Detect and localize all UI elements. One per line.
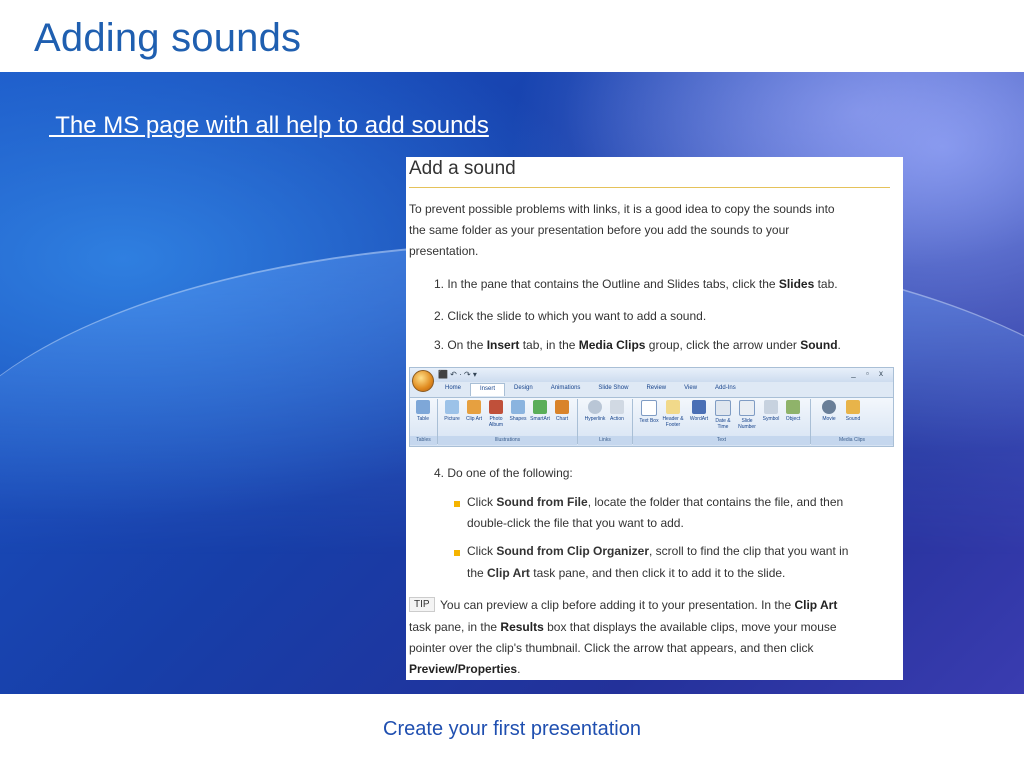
date-time-tool: Date & Time xyxy=(712,400,734,430)
help-heading: Add a sound xyxy=(409,158,516,179)
slide-title: Adding sounds xyxy=(34,16,302,60)
tab-home: Home xyxy=(445,385,462,391)
intro-line-1: To prevent possible problems with links,… xyxy=(409,202,835,216)
tab-insert: Insert xyxy=(470,383,506,396)
action-icon xyxy=(610,400,624,414)
group-label-links: Links xyxy=(578,436,632,445)
intro-line-2: the same folder as your presentation bef… xyxy=(409,223,790,237)
object-icon xyxy=(786,400,800,414)
quick-access-toolbar: ⬛ ↶ · ↷ ▾ xyxy=(438,370,477,379)
clip-art-icon xyxy=(467,400,481,414)
tab-view: View xyxy=(684,385,698,391)
photo-album-icon xyxy=(489,400,503,414)
group-label-text: Text xyxy=(633,436,810,445)
picture-icon xyxy=(445,400,459,414)
bullet-1-line-2: double-click the file that you want to a… xyxy=(467,516,684,530)
tip-line-2: task pane, in the Results box that displ… xyxy=(409,620,837,634)
text-box-tool: Text Box xyxy=(638,400,660,424)
clip-art-tool: Clip Art xyxy=(463,400,485,422)
ribbon-screenshot: ⬛ ↶ · ↷ ▾ _ ▫ x Home Insert Design Anima… xyxy=(409,367,894,447)
movie-tool: Movie xyxy=(818,400,840,422)
tab-animations: Animations xyxy=(550,385,581,391)
movie-icon xyxy=(822,400,836,414)
symbol-icon xyxy=(764,400,778,414)
ms-help-link[interactable]: The MS page with all help to add sounds xyxy=(49,112,489,140)
window-controls: _ ▫ x xyxy=(851,369,887,378)
wordart-tool: WordArt xyxy=(688,400,710,422)
wordart-icon xyxy=(692,400,706,414)
smartart-tool: SmartArt xyxy=(529,400,551,422)
intro-line-3: presentation. xyxy=(409,244,479,258)
header-footer-icon xyxy=(666,400,680,414)
group-label-tables: Tables xyxy=(410,436,437,445)
symbol-tool: Symbol xyxy=(760,400,782,422)
bullet-2-line-2: the Clip Art task pane, and then click i… xyxy=(467,566,786,580)
tab-slide-show: Slide Show xyxy=(598,385,629,391)
header-footer-tool: Header & Footer xyxy=(662,400,684,428)
bullet-marker xyxy=(454,501,460,507)
step-1: 1. In the pane that contains the Outline… xyxy=(434,277,838,291)
hyperlink-tool: Hyperlink xyxy=(584,400,606,422)
tip-line-1: You can preview a clip before adding it … xyxy=(440,598,838,612)
table-icon xyxy=(416,400,430,414)
hyperlink-icon xyxy=(588,400,602,414)
heading-divider xyxy=(409,187,890,188)
tab-add-ins: Add-Ins xyxy=(715,385,736,391)
tab-design: Design xyxy=(514,385,533,391)
speaker-icon xyxy=(846,400,860,414)
shapes-tool: Shapes xyxy=(507,400,529,422)
bullet-2-line-1: Click Sound from Clip Organizer, scroll … xyxy=(467,544,849,558)
tip-line-4: Preview/Properties. xyxy=(409,662,521,676)
office-button-icon xyxy=(412,370,434,392)
action-tool: Action xyxy=(606,400,628,422)
slide-footer: Create your first presentation xyxy=(383,718,641,740)
date-time-icon xyxy=(715,400,731,416)
help-screenshot: Add a sound To prevent possible problems… xyxy=(406,157,903,680)
shapes-icon xyxy=(511,400,525,414)
group-label-media-clips: Media Clips xyxy=(811,436,893,445)
chart-tool: Chart xyxy=(551,400,573,422)
tip-line-3: pointer over the clip's thumbnail. Click… xyxy=(409,641,814,655)
smartart-icon xyxy=(533,400,547,414)
group-label-illustrations: Illustrations xyxy=(438,436,577,445)
ribbon-tabs: Home Insert Design Animations Slide Show… xyxy=(436,383,745,396)
bullet-1-line-1: Click Sound from File, locate the folder… xyxy=(467,495,844,509)
table-tool: Table xyxy=(412,400,434,422)
step-4: 4. Do one of the following: xyxy=(434,466,573,480)
slide-number-tool: Slide Number xyxy=(736,400,758,430)
object-tool: Object xyxy=(782,400,804,422)
slide-number-icon xyxy=(739,400,755,416)
picture-tool: Picture xyxy=(441,400,463,422)
text-box-icon xyxy=(641,400,657,416)
photo-album-tool: Photo Album xyxy=(485,400,507,428)
sound-tool: Sound xyxy=(842,400,864,422)
chart-icon xyxy=(555,400,569,414)
step-3: 3. On the Insert tab, in the Media Clips… xyxy=(434,338,841,352)
tip-badge: TIP xyxy=(409,597,435,612)
ribbon-title-bar xyxy=(410,368,893,382)
step-2: 2. Click the slide to which you want to … xyxy=(434,309,707,323)
tab-review: Review xyxy=(646,385,667,391)
bullet-marker xyxy=(454,550,460,556)
